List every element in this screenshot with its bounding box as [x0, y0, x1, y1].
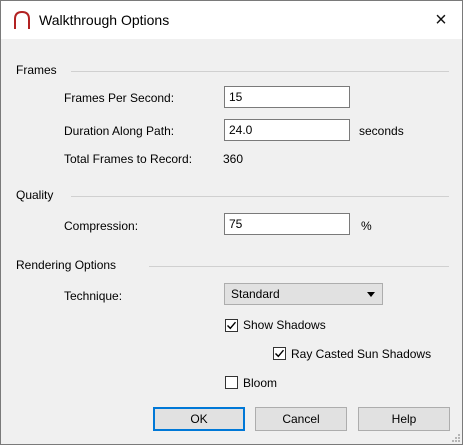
walkthrough-options-dialog: Walkthrough Options × Frames Frames Per … [0, 0, 463, 445]
chevron-down-icon [367, 292, 375, 297]
quality-divider [71, 196, 449, 197]
title-bar: Walkthrough Options × [1, 1, 462, 39]
close-icon: × [435, 9, 447, 31]
checkmark-icon [275, 349, 285, 358]
ray-casted-sun-shadows-label[interactable]: Ray Casted Sun Shadows [291, 347, 431, 361]
duration-input[interactable] [224, 119, 350, 141]
technique-label: Technique: [64, 289, 123, 303]
fps-input[interactable] [224, 86, 350, 108]
cancel-button[interactable]: Cancel [255, 407, 347, 431]
rendering-group-label: Rendering Options [16, 258, 117, 272]
compression-label: Compression: [64, 219, 139, 233]
bloom-checkbox[interactable] [225, 376, 238, 389]
show-shadows-label[interactable]: Show Shadows [243, 318, 326, 332]
total-frames-value: 360 [223, 152, 244, 166]
duration-unit: seconds [359, 124, 404, 138]
show-shadows-checkbox[interactable] [225, 319, 238, 332]
bloom-label[interactable]: Bloom [243, 376, 277, 390]
close-button[interactable]: × [426, 5, 456, 35]
frames-divider [71, 71, 449, 72]
duration-label: Duration Along Path: [64, 124, 175, 138]
arch-door-icon [14, 10, 30, 29]
technique-selected-value: Standard [231, 287, 280, 301]
quality-group-label: Quality [16, 188, 54, 202]
help-button[interactable]: Help [358, 407, 450, 431]
total-frames-label: Total Frames to Record: [64, 152, 193, 166]
technique-select[interactable]: Standard [224, 283, 383, 305]
frames-group-label: Frames [16, 63, 57, 77]
resize-grip-icon[interactable] [450, 432, 460, 442]
checkmark-icon [227, 321, 237, 330]
compression-unit: % [361, 219, 372, 233]
rendering-divider [149, 266, 449, 267]
ray-casted-sun-shadows-checkbox[interactable] [273, 347, 286, 360]
fps-label: Frames Per Second: [64, 91, 175, 105]
window-title: Walkthrough Options [39, 12, 170, 28]
compression-input[interactable] [224, 213, 350, 235]
ok-button[interactable]: OK [153, 407, 245, 431]
